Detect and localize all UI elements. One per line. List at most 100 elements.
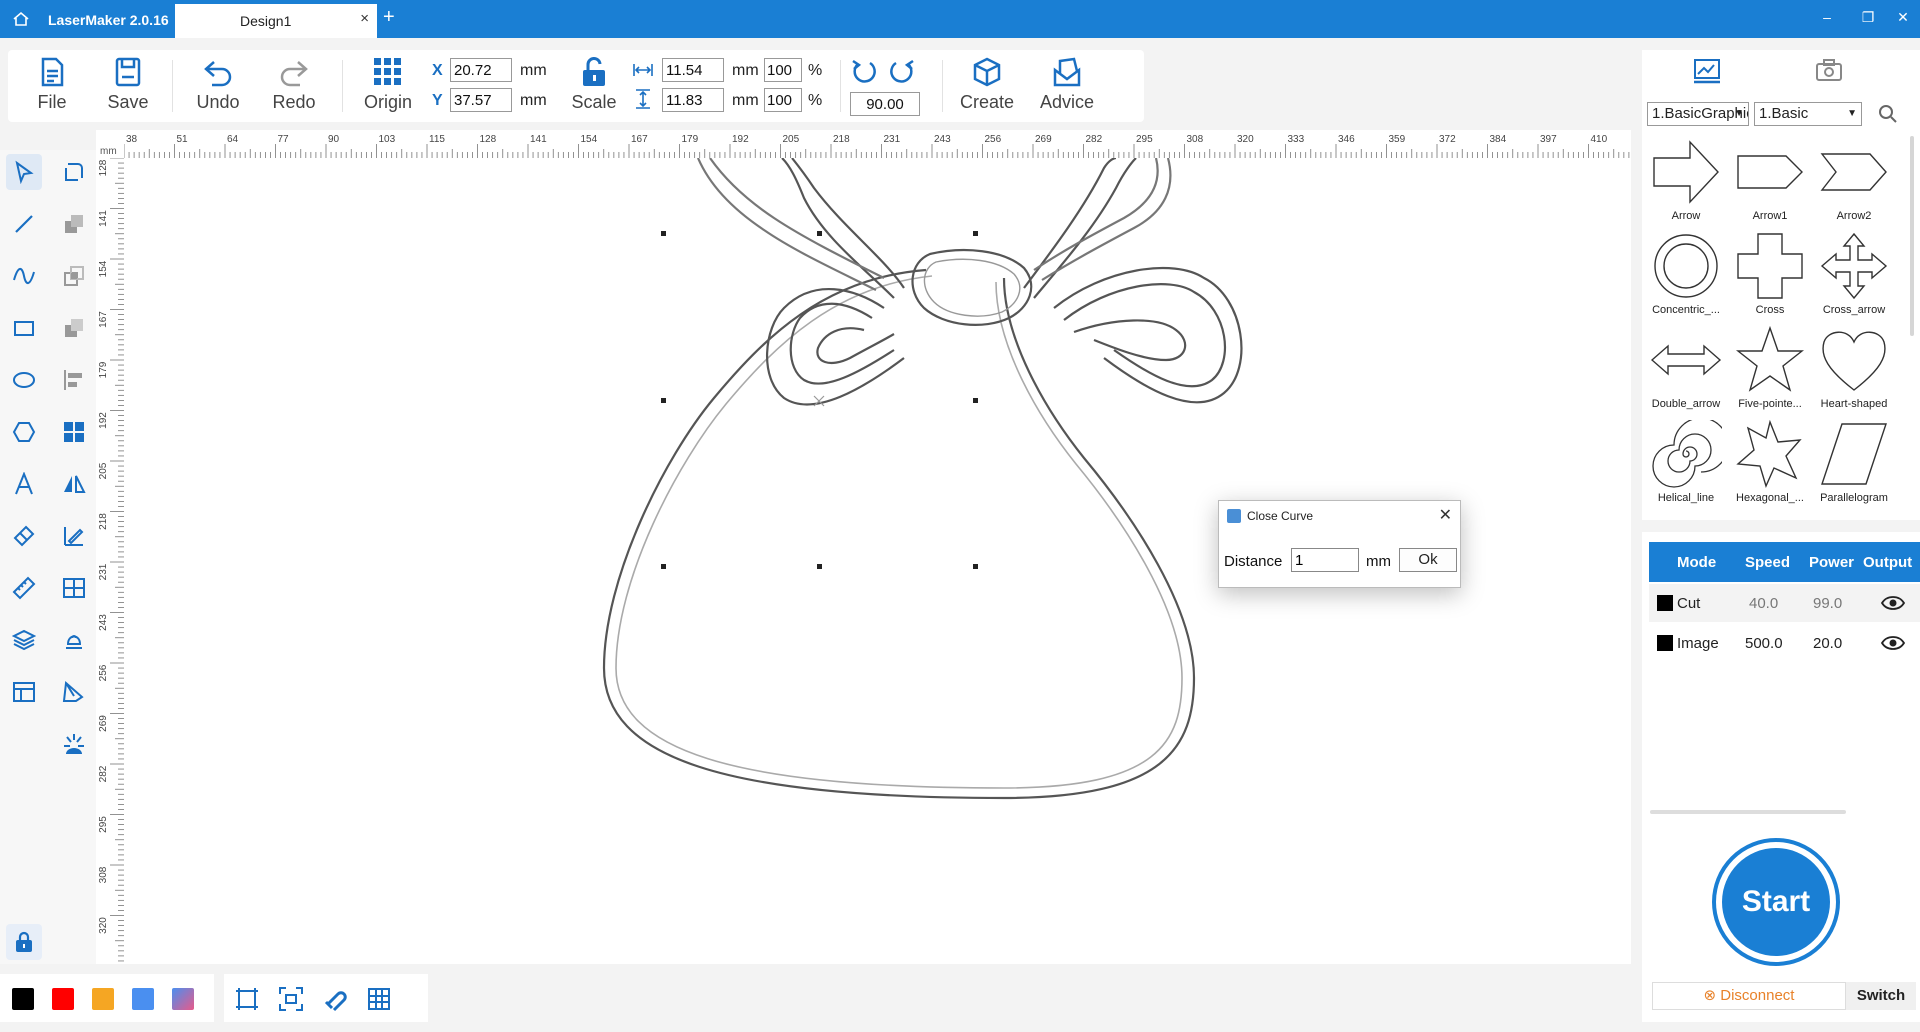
fit-selection-icon[interactable] bbox=[278, 986, 304, 1012]
subtract-tool[interactable] bbox=[56, 310, 92, 346]
vertical-ruler[interactable]: 128 141 154 167 179 192 205 218 231 243 256 269 282 2… bbox=[96, 157, 124, 964]
graphics-tab-icon[interactable] bbox=[1690, 56, 1724, 86]
frame-tool[interactable] bbox=[56, 570, 92, 606]
advice-button[interactable]: Advice bbox=[1032, 56, 1102, 118]
search-icon[interactable] bbox=[1878, 104, 1898, 124]
home-icon[interactable] bbox=[12, 11, 30, 27]
x-position-input[interactable] bbox=[450, 58, 512, 82]
layer-color-swatch[interactable] bbox=[1657, 595, 1673, 611]
emboss-tool[interactable] bbox=[56, 622, 92, 658]
shape-concentric[interactable]: Concentric_... bbox=[1644, 230, 1728, 322]
select-tool[interactable] bbox=[6, 154, 42, 190]
layer-color-swatch[interactable] bbox=[1657, 635, 1673, 651]
ruler-label: 90 bbox=[328, 134, 340, 145]
origin-button[interactable]: Origin bbox=[358, 56, 418, 118]
color-swatch-blue[interactable] bbox=[132, 988, 154, 1010]
y-position-input[interactable] bbox=[450, 88, 512, 112]
redo-button[interactable]: Redo bbox=[264, 56, 324, 118]
shape-arrow[interactable]: Arrow bbox=[1644, 136, 1728, 228]
shape-hexagonal-star[interactable]: Hexagonal_... bbox=[1728, 418, 1812, 510]
measure-tool[interactable] bbox=[6, 570, 42, 606]
file-button[interactable]: File bbox=[24, 56, 80, 118]
array-tool[interactable] bbox=[56, 414, 92, 450]
camera-tab-icon[interactable] bbox=[1812, 56, 1846, 86]
switch-button[interactable]: Switch bbox=[1846, 982, 1916, 1010]
fit-page-icon[interactable] bbox=[234, 986, 260, 1012]
color-swatch-red[interactable] bbox=[52, 988, 74, 1010]
align-tool[interactable] bbox=[56, 362, 92, 398]
restore-button[interactable]: ❐ bbox=[1857, 9, 1879, 26]
tab-close-icon[interactable]: × bbox=[360, 10, 369, 27]
layer-scrollbar[interactable] bbox=[1650, 810, 1846, 814]
mirror-tool[interactable] bbox=[56, 466, 92, 502]
toolbar-separator bbox=[942, 60, 943, 112]
intersect-tool[interactable] bbox=[56, 258, 92, 294]
start-button[interactable]: Start bbox=[1712, 838, 1840, 966]
shape-arrow1[interactable]: Arrow1 bbox=[1728, 136, 1812, 228]
width-percent-input[interactable] bbox=[764, 58, 802, 82]
arrow-shape-icon bbox=[1653, 140, 1719, 204]
eye-icon[interactable] bbox=[1881, 594, 1905, 612]
grid-icon[interactable] bbox=[366, 986, 392, 1012]
dialog-close-icon[interactable]: ✕ bbox=[1439, 505, 1452, 525]
combine-tool[interactable] bbox=[56, 206, 92, 242]
layer-table-header: Mode Speed Power Output bbox=[1649, 542, 1920, 582]
pen-tool[interactable] bbox=[56, 674, 92, 710]
ellipse-tool[interactable] bbox=[6, 362, 42, 398]
shape-heart[interactable]: Heart-shaped bbox=[1812, 324, 1896, 416]
rotation-input[interactable] bbox=[850, 92, 920, 116]
shape-cross[interactable]: Cross bbox=[1728, 230, 1812, 322]
new-tab-button[interactable]: + bbox=[383, 6, 395, 29]
scale-lock-button[interactable]: Scale bbox=[564, 56, 624, 118]
node-edit-tool[interactable] bbox=[56, 154, 92, 190]
distance-input[interactable] bbox=[1291, 548, 1359, 572]
shape-cross-arrow[interactable]: Cross_arrow bbox=[1812, 230, 1896, 322]
polygon-tool[interactable] bbox=[6, 414, 42, 450]
height-input[interactable] bbox=[662, 88, 724, 112]
category-select[interactable]: 1.BasicGraphics▼ bbox=[1647, 102, 1749, 126]
shape-double-arrow[interactable]: Double_arrow bbox=[1644, 324, 1728, 416]
shape-five-pointed-star[interactable]: Five-pointe... bbox=[1728, 324, 1812, 416]
height-percent-input[interactable] bbox=[764, 88, 802, 112]
magnet-snap-icon[interactable] bbox=[322, 986, 348, 1012]
ok-button[interactable]: Ok bbox=[1399, 548, 1457, 572]
cross-arrow-shape-icon bbox=[1820, 232, 1888, 300]
rectangle-tool[interactable] bbox=[6, 310, 42, 346]
table-tool[interactable] bbox=[6, 674, 42, 710]
trace-tool[interactable] bbox=[56, 518, 92, 554]
text-tool[interactable] bbox=[6, 466, 42, 502]
horizontal-ruler[interactable]: 38 51 64 77 90 103 115 128 141 154 167 179 192 205 218… bbox=[96, 130, 1647, 158]
scatter-tool[interactable] bbox=[56, 726, 92, 762]
eye-icon[interactable] bbox=[1881, 634, 1905, 652]
rotate-right-icon[interactable] bbox=[888, 58, 916, 86]
advice-mail-icon bbox=[1053, 57, 1081, 87]
shape-arrow2[interactable]: Arrow2 bbox=[1812, 136, 1896, 228]
width-input[interactable] bbox=[662, 58, 724, 82]
line-tool[interactable] bbox=[6, 206, 42, 242]
shape-parallelogram[interactable]: Parallelogram bbox=[1812, 418, 1896, 510]
close-window-button[interactable]: ✕ bbox=[1892, 9, 1914, 26]
save-button[interactable]: Save bbox=[98, 56, 158, 118]
title-bar: LaserMaker 2.0.16 Design1 × + – ❐ ✕ bbox=[0, 0, 1920, 38]
ruler-label: 179 bbox=[682, 134, 699, 145]
curve-tool[interactable] bbox=[6, 258, 42, 294]
undo-button[interactable]: Undo bbox=[188, 56, 248, 118]
shape-helical-line[interactable]: Helical_line bbox=[1644, 418, 1728, 510]
layer-row-image[interactable]: Image 500.0 20.0 bbox=[1649, 624, 1920, 662]
disconnect-button[interactable]: ⊗ Disconnect bbox=[1652, 982, 1846, 1010]
color-swatch-black[interactable] bbox=[12, 988, 34, 1010]
color-swatch-gradient[interactable] bbox=[172, 988, 194, 1010]
tab-design1[interactable]: Design1 × bbox=[175, 4, 377, 38]
lock-tool[interactable] bbox=[6, 924, 42, 960]
eraser-tool[interactable] bbox=[6, 518, 42, 554]
create-button[interactable]: Create bbox=[952, 56, 1022, 118]
layer-row-cut[interactable]: Cut 40.0 99.0 bbox=[1649, 584, 1920, 622]
library-scrollbar[interactable] bbox=[1910, 136, 1914, 336]
ruler-label: 256 bbox=[985, 134, 1002, 145]
rotate-left-icon[interactable] bbox=[850, 58, 878, 86]
layers-tool[interactable] bbox=[6, 622, 42, 658]
header-output: Output bbox=[1863, 554, 1913, 571]
minimize-button[interactable]: – bbox=[1816, 9, 1838, 25]
subcategory-select[interactable]: 1.Basic ▼ bbox=[1754, 102, 1862, 126]
color-swatch-orange[interactable] bbox=[92, 988, 114, 1010]
